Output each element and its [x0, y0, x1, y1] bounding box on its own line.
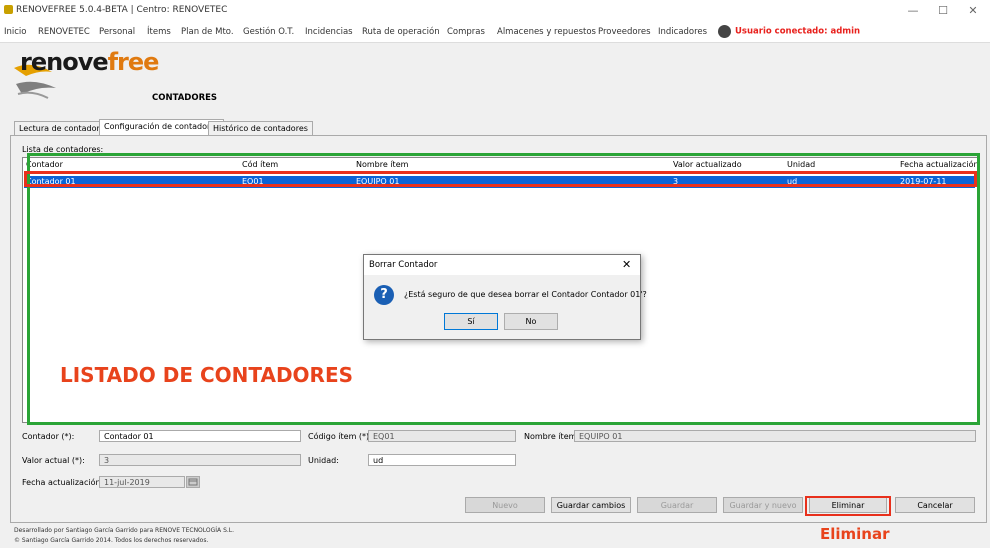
confirm-dialog: Borrar Contador ✕ ? ¿Está seguro de que … [363, 254, 647, 340]
close-button[interactable]: ✕ [958, 2, 988, 20]
question-icon: ? [374, 285, 394, 305]
contador-field[interactable]: Contador 01 [99, 430, 301, 442]
dialog-message: ¿Está seguro de que desea borrar el Cont… [404, 290, 647, 299]
eliminar-highlight-frame [805, 496, 891, 516]
page-title: CONTADORES [152, 93, 218, 103]
codigo-item-label: Código ítem (*): [308, 432, 372, 441]
codigo-item-field[interactable]: EQ01 [368, 430, 516, 442]
menu-almacenes[interactable]: Almacenes y repuestos [497, 27, 596, 37]
menu-bar: Inicio RENOVETEC Personal Ítems Plan de … [0, 22, 990, 43]
dialog-close-button[interactable]: ✕ [622, 258, 631, 271]
nombre-item-field[interactable]: EQUIPO 01 [574, 430, 976, 442]
guardar-button[interactable]: Guardar [637, 497, 717, 513]
menu-items[interactable]: Ítems [147, 27, 171, 37]
user-indicator: Usuario conectado: admin [718, 25, 860, 39]
nombre-item-label: Nombre ítem: [524, 432, 580, 441]
footer-developer: Desarrollado por Santiago García Garrido… [14, 527, 235, 534]
menu-plan-mto[interactable]: Plan de Mto. [181, 27, 234, 37]
app-icon [4, 5, 13, 14]
dialog-body: ? ¿Está seguro de que desea borrar el Co… [364, 275, 647, 339]
title-bar: RENOVEFREE 5.0.4-BETA | Centro: RENOVETE… [0, 0, 990, 22]
menu-indicadores[interactable]: Indicadores [658, 27, 707, 37]
unidad-label: Unidad: [308, 456, 339, 465]
dialog-title: Borrar Contador [369, 260, 438, 270]
user-label: Usuario conectado: admin [735, 26, 861, 37]
maximize-button[interactable]: ☐ [928, 2, 958, 20]
cancelar-button[interactable]: Cancelar [895, 497, 975, 513]
menu-proveedores[interactable]: Proveedores [598, 27, 651, 37]
eliminar-annotation: Eliminar [820, 525, 890, 543]
minimize-button[interactable]: — [898, 2, 928, 20]
nuevo-button[interactable]: Nuevo [465, 497, 545, 513]
unidad-field[interactable]: ud [368, 454, 516, 466]
footer-copyright: © Santiago García Garrido 2014. Todos lo… [14, 537, 209, 544]
menu-inicio[interactable]: Inicio [4, 27, 27, 37]
menu-personal[interactable]: Personal [99, 27, 135, 37]
row-highlight-frame [24, 171, 977, 187]
guardar-y-nuevo-button[interactable]: Guardar y nuevo [723, 497, 803, 513]
tab-historico-contadores[interactable]: Histórico de contadores [208, 121, 313, 136]
window-title: RENOVEFREE 5.0.4-BETA | Centro: RENOVETE… [16, 5, 228, 15]
fecha-actualizacion-field[interactable]: 11-jul-2019 [99, 476, 185, 488]
list-annotation: LISTADO DE CONTADORES [60, 363, 354, 387]
menu-ruta-operacion[interactable]: Ruta de operación [362, 27, 440, 37]
user-icon [718, 25, 731, 38]
contador-label: Contador (*): [22, 432, 75, 441]
app-logo: renovefree [12, 46, 159, 102]
menu-compras[interactable]: Compras [447, 27, 485, 37]
no-button[interactable]: No [504, 313, 558, 330]
fecha-actualizacion-label: Fecha actualización: [22, 478, 104, 487]
menu-incidencias[interactable]: Incidencias [305, 27, 353, 37]
calendar-icon[interactable] [186, 476, 200, 488]
valor-actual-label: Valor actual (*): [22, 456, 85, 465]
yes-button[interactable]: Sí [444, 313, 498, 330]
valor-actual-field[interactable]: 3 [99, 454, 301, 466]
logo-wordmark: renovefree [20, 48, 159, 76]
guardar-cambios-button[interactable]: Guardar cambios [551, 497, 631, 513]
menu-renovetec[interactable]: RENOVETEC [38, 27, 90, 37]
menu-gestion-ot[interactable]: Gestión O.T. [243, 27, 294, 37]
